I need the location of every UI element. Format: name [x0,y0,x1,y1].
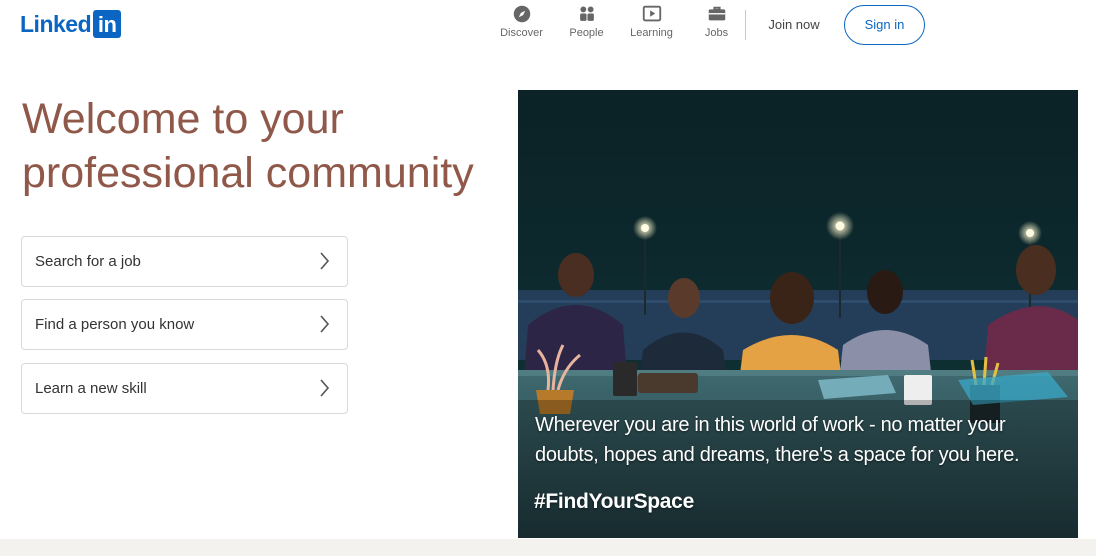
nav-people[interactable]: People [555,3,618,40]
nav-jobs[interactable]: Jobs [685,3,748,40]
logo-text: Linked [20,11,92,37]
sign-in-button[interactable]: Sign in [844,5,925,45]
briefcase-icon [708,6,725,21]
compass-icon [513,5,530,23]
nav-discover-label: Discover [500,27,543,39]
search-job-option[interactable]: Search for a job [21,236,348,287]
hashtag-text: #FindYourSpace [534,490,694,513]
linkedin-logo[interactable]: Linked in [20,10,122,38]
find-person-option[interactable]: Find a person you know [21,299,348,350]
chevron-right-icon [320,252,330,270]
play-icon [642,5,661,22]
caption-line1: Wherever you are in this world of work -… [535,414,1006,436]
nav-menu: Discover People Learning Jobs [490,3,750,40]
hero-photo-illustration [518,90,1078,538]
page-title-line1: Welcome to your [22,95,344,143]
nav-learning-label: Learning [630,27,673,39]
image-caption: Wherever you are in this world of work -… [535,410,1055,470]
option-label: Find a person you know [35,316,195,333]
option-label: Learn a new skill [35,380,147,397]
caption-line2: doubts, hopes and dreams, there's a spac… [535,444,1020,466]
chevron-right-icon [320,315,330,333]
footer-band [0,539,1096,556]
learn-skill-option[interactable]: Learn a new skill [21,363,348,414]
hero-image: Wherever you are in this world of work -… [518,90,1078,538]
option-label: Search for a job [35,253,141,270]
top-nav: Linked in Discover People Learning Jobs … [0,0,1096,60]
nav-jobs-label: Jobs [704,27,729,39]
page-title-line2: professional community [22,149,474,197]
nav-discover[interactable]: Discover [490,3,553,40]
page-title: Welcome to your professional community [22,92,492,200]
nav-learning[interactable]: Learning [620,3,683,40]
chevron-right-icon [320,379,330,397]
people-icon [579,6,594,21]
join-now-button[interactable]: Join now [757,8,831,42]
nav-people-label: People [569,27,604,39]
logo-in-box: in [93,10,122,38]
nav-divider [745,10,746,40]
